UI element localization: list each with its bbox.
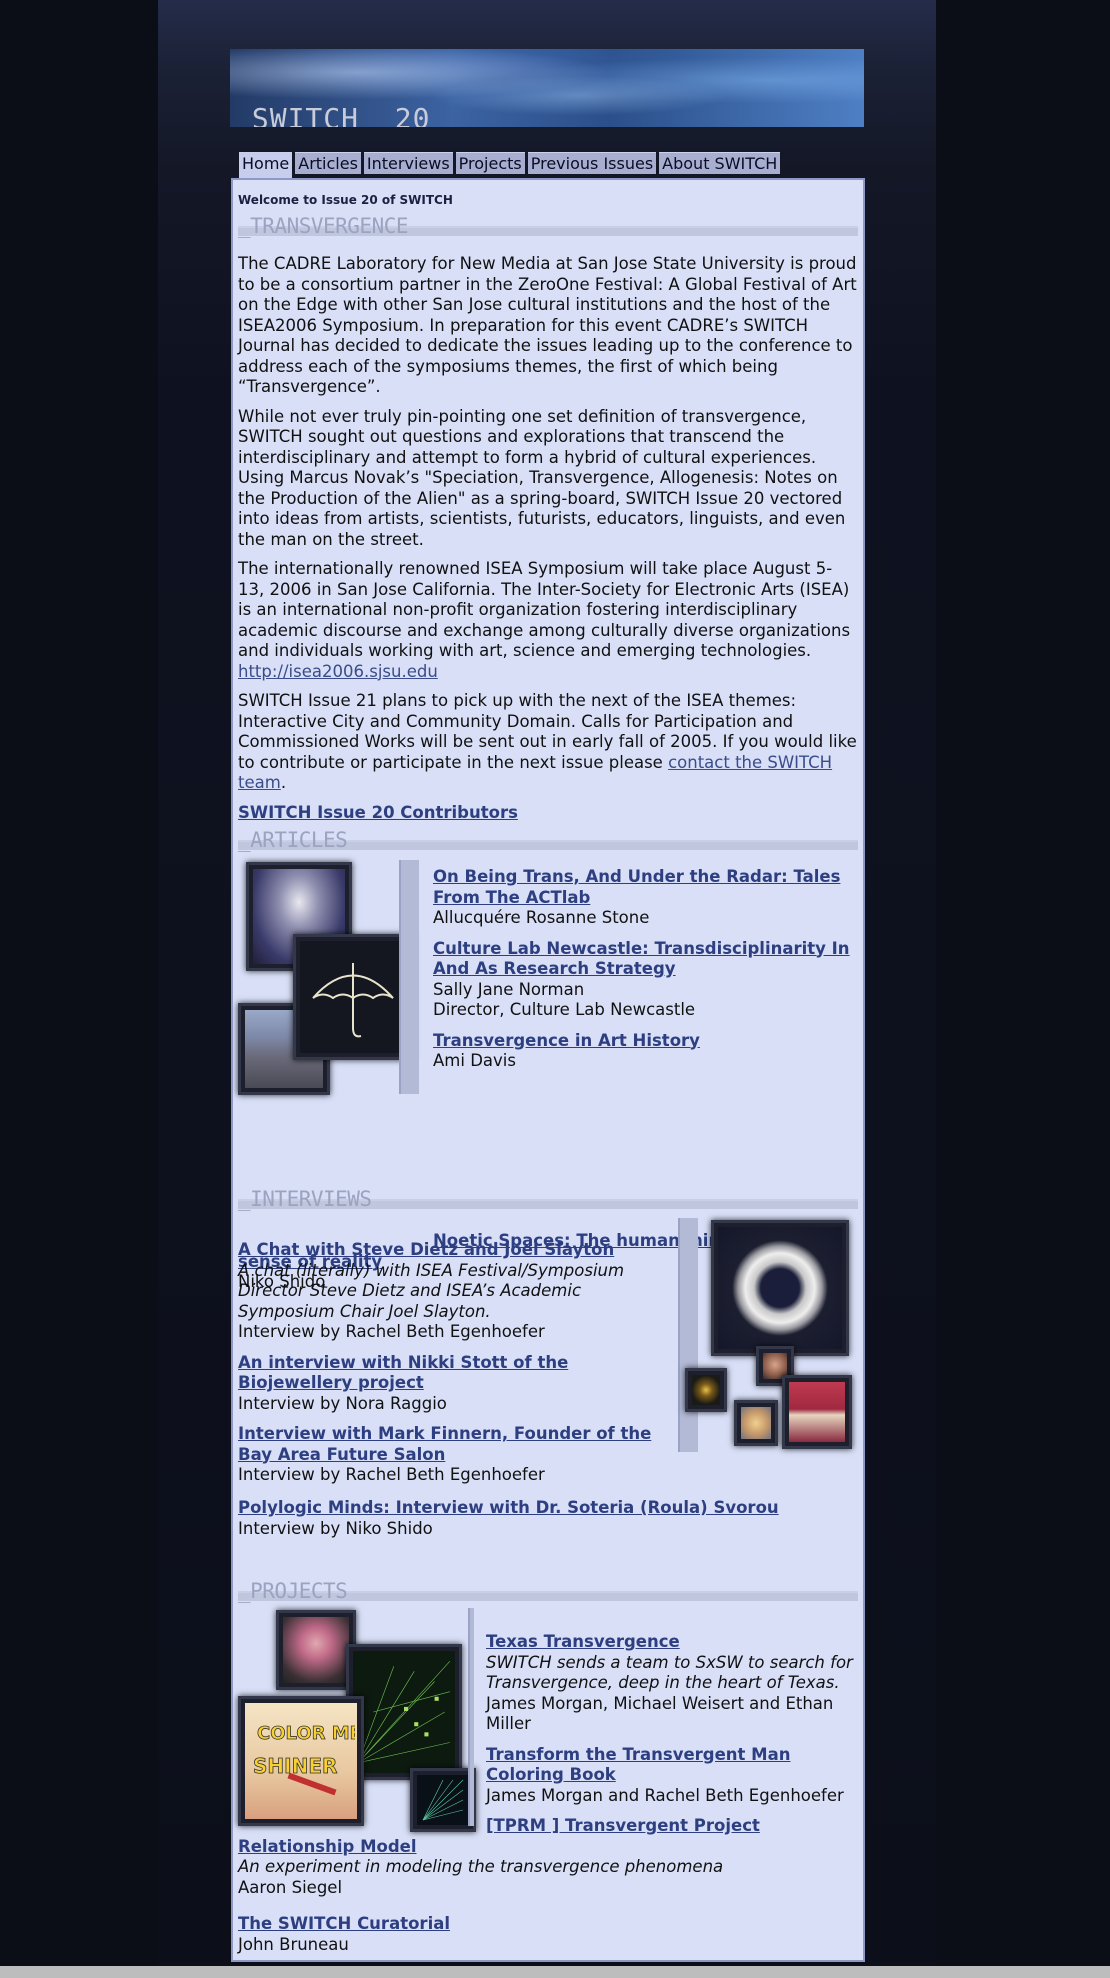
articles-heading-label: _ARTICLES [238, 828, 348, 852]
interview-item: A Chat with Steve Dietz and Joel Slayton… [238, 1240, 668, 1343]
project-byline: John Bruneau [238, 1934, 349, 1954]
decorative-bar [678, 1218, 698, 1452]
nav-home[interactable]: Home [239, 152, 293, 179]
interview-title-link[interactable]: Interview with Mark Finnern, Founder of … [238, 1424, 668, 1465]
interview-title-link[interactable]: A Chat with Steve Dietz and Joel Slayton [238, 1240, 668, 1261]
nav-previous-issues[interactable]: Previous Issues [527, 152, 657, 174]
umbrella-image [293, 934, 413, 1060]
network-graph-icon [357, 1660, 451, 1764]
intro-paragraph-4-end: . [280, 773, 287, 792]
project-title-link[interactable]: The SWITCH Curatorial [238, 1914, 858, 1935]
interviews-list: A Chat with Steve Dietz and Joel Slayton… [238, 1240, 668, 1486]
main-nav: Home Articles Interviews Projects Previo… [239, 152, 781, 179]
project-byline: James Morgan, Michael Weisert and Ethan … [486, 1693, 834, 1734]
intro-paragraph-3-text: The internationally renowned ISEA Sympos… [238, 559, 851, 660]
transvergence-heading-label: _TRANSVERGENCE [238, 214, 409, 238]
article-title-link[interactable]: Transvergence in Art History [433, 1031, 858, 1052]
project-item: Texas Transvergence SWITCH sends a team … [486, 1632, 858, 1735]
ice-cream-image [782, 1375, 852, 1449]
interview-item: An interview with Nikki Stott of the Bio… [238, 1353, 668, 1415]
interview-item: Polylogic Minds: Interview with Dr. Sote… [238, 1498, 858, 1539]
intro-paragraph-3: The internationally renowned ISEA Sympos… [238, 559, 858, 682]
umbrella-icon [312, 963, 394, 1038]
decorative-bar [399, 860, 419, 1094]
nav-articles[interactable]: Articles [295, 152, 361, 174]
face-image [734, 1400, 778, 1446]
isea-link[interactable]: http://isea2006.sjsu.edu [238, 662, 438, 681]
nav-interviews[interactable]: Interviews [363, 152, 453, 174]
projects-heading: _PROJECTS [238, 1579, 858, 1603]
content-panel: Welcome to Issue 20 of SWITCH _TRANSVERG… [231, 178, 865, 1962]
project-byline: Aaron Siegel [238, 1877, 343, 1897]
interview-byline: Interview by Rachel Beth Egenhoefer [238, 1465, 545, 1484]
interview-byline: Interview by Niko Shido [238, 1518, 433, 1538]
articles-list: On Being Trans, And Under the Radar: Tal… [433, 867, 858, 1072]
articles-collage [238, 860, 423, 1098]
projects-heading-label: _PROJECTS [238, 1579, 348, 1603]
sparkle-image [685, 1368, 727, 1412]
interview-title-link[interactable]: Polylogic Minds: Interview with Dr. Sote… [238, 1498, 858, 1519]
contributors-link[interactable]: SWITCH Issue 20 Contributors [238, 803, 518, 822]
interviews-collage [678, 1218, 860, 1458]
site-title: _SWITCH_ 20 [234, 102, 431, 127]
project-item: The SWITCH Curatorial John Bruneau [238, 1914, 858, 1955]
articles-heading: _ARTICLES [238, 828, 858, 852]
project-description: An experiment in modeling the transverge… [238, 1857, 724, 1876]
welcome-heading: Welcome to Issue 20 of SWITCH [238, 193, 453, 207]
project-title-link[interactable]: Texas Transvergence [486, 1632, 858, 1653]
interviews-heading: _INTERVIEWS [238, 1187, 858, 1211]
contributors-paragraph: SWITCH Issue 20 Contributors [238, 803, 858, 824]
project-item: Transform the Transvergent Man Coloring … [486, 1745, 858, 1807]
header-banner: _SWITCH_ 20 [230, 49, 864, 127]
article-item: Transvergence in Art History Ami Davis [433, 1031, 858, 1072]
project-description: SWITCH sends a team to SxSW to search fo… [486, 1652, 853, 1693]
article-author: Ami Davis [433, 1051, 516, 1070]
interview-description: A chat (literally) with ISEA Festival/Sy… [238, 1260, 625, 1321]
project-title-link[interactable]: [TPRM ] Transvergent Project Relationshi… [238, 1816, 760, 1856]
interview-title-link[interactable]: An interview with Nikki Stott of the Bio… [238, 1353, 668, 1394]
interview-byline: Interview by Nora Raggio [238, 1393, 447, 1413]
article-title-link[interactable]: On Being Trans, And Under the Radar: Tal… [433, 867, 858, 908]
intro-paragraph-2: While not ever truly pin-pointing one se… [238, 406, 846, 549]
article-author-role: Director, Culture Lab Newcastle [433, 1000, 696, 1019]
project-item: [TPRM ] Transvergent Project Relationshi… [238, 1816, 858, 1898]
coloring-text-line-2: SHINER [253, 1754, 337, 1778]
nav-projects[interactable]: Projects [455, 152, 525, 174]
person-image [276, 1610, 356, 1690]
project-title-link[interactable]: Transform the Transvergent Man Coloring … [486, 1745, 858, 1786]
coloring-book-image: COLOR ME SHINER [238, 1696, 364, 1826]
decorative-bar [468, 1608, 474, 1826]
projects-list: Texas Transvergence SWITCH sends a team … [486, 1632, 858, 1806]
article-author: Sally Jane Norman [433, 979, 585, 999]
interview-byline: Interview by Rachel Beth Egenhoefer [238, 1322, 545, 1341]
color-me-shiner-icon: COLOR ME SHINER [253, 1723, 355, 1796]
transvergence-heading: _TRANSVERGENCE [238, 214, 858, 238]
interview-item: Interview with Mark Finnern, Founder of … [238, 1424, 668, 1486]
article-author: Allucquére Rosanne Stone [433, 908, 650, 927]
article-item: Culture Lab Newcastle: Transdisciplinari… [433, 939, 858, 1021]
intro-paragraph-4: SWITCH Issue 21 plans to pick up with th… [238, 691, 858, 794]
intro-section: The CADRE Laboratory for New Media at Sa… [238, 254, 858, 823]
coloring-text-line-1: COLOR ME [257, 1723, 355, 1744]
projects-collage: COLOR ME SHINER [238, 1608, 478, 1832]
article-item: On Being Trans, And Under the Radar: Tal… [433, 867, 858, 929]
project-byline: James Morgan and Rachel Beth Egenhoefer [486, 1785, 844, 1805]
bottom-scroll-strip [0, 1966, 1110, 1978]
ring-image [711, 1220, 849, 1356]
intro-paragraph-1: The CADRE Laboratory for New Media at Sa… [238, 254, 857, 396]
nav-about[interactable]: About SWITCH [659, 152, 781, 174]
interviews-heading-label: _INTERVIEWS [238, 1187, 372, 1211]
article-title-link[interactable]: Culture Lab Newcastle: Transdisciplinari… [433, 939, 858, 980]
